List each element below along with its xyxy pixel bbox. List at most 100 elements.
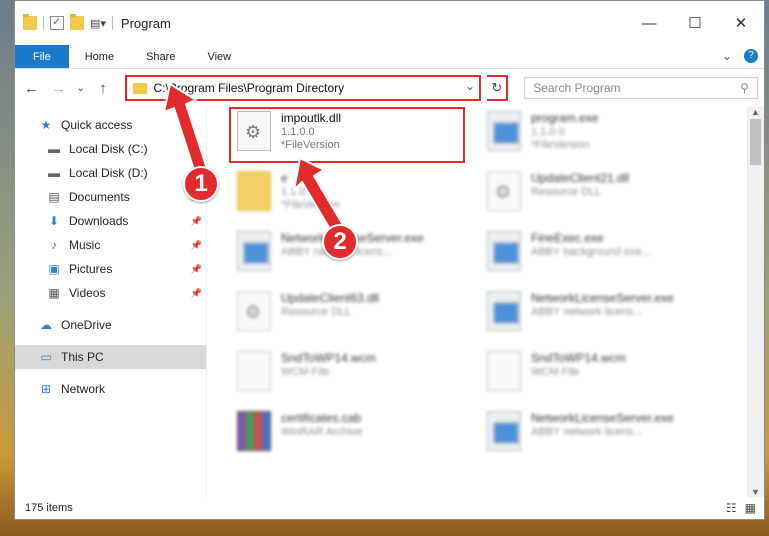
file-list: impoutlk.dll 1.1.0.0 *FileVersion progra… [207, 107, 764, 497]
pin-icon: 📌 [190, 239, 202, 250]
file-description: WinRAR Archive [281, 426, 363, 438]
computer-icon: ▭ [40, 349, 52, 364]
sidebar-item-label: Network [61, 382, 106, 396]
file-tile[interactable]: certificates.cab WinRAR Archive [237, 411, 475, 463]
forward-button[interactable]: → [48, 80, 69, 97]
title-bar: ▤▾ Program — ☐ ✕ [15, 1, 764, 45]
tab-file[interactable]: File [15, 45, 69, 68]
tab-share[interactable]: Share [130, 45, 191, 68]
file-name: e [281, 171, 288, 185]
scroll-down-icon[interactable]: ▼ [751, 487, 760, 497]
explorer-window: ▤▾ Program — ☐ ✕ File Home Share View ⌄ … [14, 0, 765, 520]
search-input[interactable]: Search Program ⚲ [524, 77, 758, 99]
file-tile[interactable]: impoutlk.dll 1.1.0.0 *FileVersion [237, 111, 475, 163]
maximize-button[interactable]: ☐ [672, 1, 718, 45]
sidebar-item-label: Documents [69, 190, 130, 204]
customize-toolbar-icon[interactable]: ▤▾ [90, 17, 106, 30]
search-placeholder: Search Program [533, 81, 621, 95]
scroll-up-icon[interactable]: ▲ [751, 107, 760, 117]
drive-icon: ▬ [48, 141, 60, 156]
new-folder-icon[interactable] [70, 14, 84, 30]
vertical-scrollbar[interactable]: ▲ ▼ [747, 107, 764, 497]
cloud-icon: ☁ [40, 317, 52, 332]
pin-icon: 📌 [190, 143, 202, 154]
window-title: Program [120, 15, 171, 31]
sidebar-item-videos[interactable]: ▦ Videos 📌 [15, 281, 206, 305]
file-version: 1.1.0. [281, 186, 309, 198]
sidebar-item-label: Music [69, 238, 101, 252]
file-tile[interactable]: NetworkLicenseServer.exe ABBY network li… [487, 291, 725, 343]
sidebar-item-pictures[interactable]: ▣ Pictures 📌 [15, 257, 206, 281]
file-tile[interactable]: program.exe 1.1.0.0 *FileVersion [487, 111, 725, 163]
pictures-icon: ▣ [48, 261, 60, 276]
app-icon [237, 231, 271, 271]
file-tile[interactable]: SndToWP14.wcm WCM File [237, 351, 475, 403]
file-tile[interactable]: UpdateClient21.dll Resource DLL [487, 171, 725, 223]
folder-icon [237, 171, 271, 211]
sidebar-item-label: This PC [61, 350, 104, 364]
file-name: UpdateClient21.dll [531, 171, 630, 185]
file-description: *FileVersion [281, 139, 340, 151]
blank-file-icon [487, 351, 521, 391]
file-tile[interactable]: NetworkLicenseServer.exe ABBY network li… [487, 411, 725, 463]
gear-file-icon [487, 171, 521, 211]
file-tile[interactable]: UpdateClient63.dll Resource DLL [237, 291, 475, 343]
file-description: WCM File [281, 366, 330, 378]
sidebar-item-label: OneDrive [61, 318, 112, 332]
large-icons-view-icon[interactable]: ▦ [745, 501, 756, 515]
file-description: Resource DLL [531, 186, 602, 198]
download-icon: ⬇ [48, 213, 60, 228]
file-name: NetworkLicenseServer.exe [531, 411, 674, 425]
folder-icon [133, 82, 148, 94]
drive-icon: ▬ [48, 165, 60, 180]
sidebar-item-network[interactable]: ⊞ Network [15, 377, 206, 401]
details-view-icon[interactable]: ☷ [726, 501, 737, 515]
music-icon: ♪ [51, 237, 57, 252]
blank-file-icon [237, 351, 271, 391]
file-description: ABBY background exe... [531, 246, 651, 258]
refresh-button[interactable]: ↻ [487, 75, 509, 101]
help-icon[interactable]: ? [744, 49, 758, 63]
sidebar-item-local-disk-d[interactable]: ▬ Local Disk (D:) 📌 [15, 161, 206, 185]
file-description: ABBY network licens... [531, 306, 643, 318]
scrollbar-thumb[interactable] [750, 119, 761, 165]
videos-icon: ▦ [48, 285, 60, 300]
up-button[interactable]: ↑ [92, 80, 113, 97]
file-tile[interactable]: SndToWP14.wcm WCM File [487, 351, 725, 403]
tab-view[interactable]: View [191, 45, 247, 68]
pin-icon: 📌 [190, 263, 202, 274]
sidebar-item-local-disk-c[interactable]: ▬ Local Disk (C:) 📌 [15, 137, 206, 161]
sidebar-item-documents[interactable]: ▤ Documents 📌 [15, 185, 206, 209]
address-path: C:\Program Files\Program Directory [153, 81, 345, 95]
expand-ribbon-icon[interactable]: ⌄ [722, 49, 732, 63]
recent-locations-icon[interactable]: ⌄ [75, 83, 86, 94]
sidebar-item-label: Videos [69, 286, 106, 300]
file-name: SndToWP14.wcm [531, 351, 626, 365]
sidebar-item-downloads[interactable]: ⬇ Downloads 📌 [15, 209, 206, 233]
address-bar[interactable]: C:\Program Files\Program Directory ⌄ [125, 75, 482, 101]
address-row: ← → ⌄ ↑ C:\Program Files\Program Directo… [15, 69, 764, 107]
window-controls: — ☐ ✕ [626, 1, 764, 45]
file-description: WCM File [531, 366, 580, 378]
file-version: 1.1.0.0 [281, 126, 315, 138]
sidebar-item-music[interactable]: ♪ Music 📌 [15, 233, 206, 257]
app-icon [487, 291, 521, 331]
file-description: Resource DLL [281, 306, 352, 318]
app-icon [487, 411, 521, 451]
file-name: FineExec.exe [531, 231, 604, 245]
file-description: *FileVersion [531, 139, 590, 151]
back-button[interactable]: ← [21, 80, 42, 97]
file-name: certificates.cab [281, 411, 362, 425]
tab-home[interactable]: Home [69, 45, 130, 68]
sidebar-item-onedrive[interactable]: ☁ OneDrive [15, 313, 206, 337]
file-tile[interactable]: FineExec.exe ABBY background exe... [487, 231, 725, 283]
file-tile[interactable]: e 1.1.0. *FileVersion [237, 171, 475, 223]
step-badge-1: 1 [183, 166, 219, 202]
properties-icon[interactable] [50, 15, 64, 30]
file-description: *FileVersion [281, 199, 340, 211]
minimize-button[interactable]: — [626, 1, 672, 45]
sidebar-item-quick-access[interactable]: ★ Quick access [15, 113, 206, 137]
sidebar-item-this-pc[interactable]: ▭ This PC [15, 345, 206, 369]
close-button[interactable]: ✕ [718, 1, 764, 45]
chevron-down-icon[interactable]: ⌄ [465, 79, 475, 93]
